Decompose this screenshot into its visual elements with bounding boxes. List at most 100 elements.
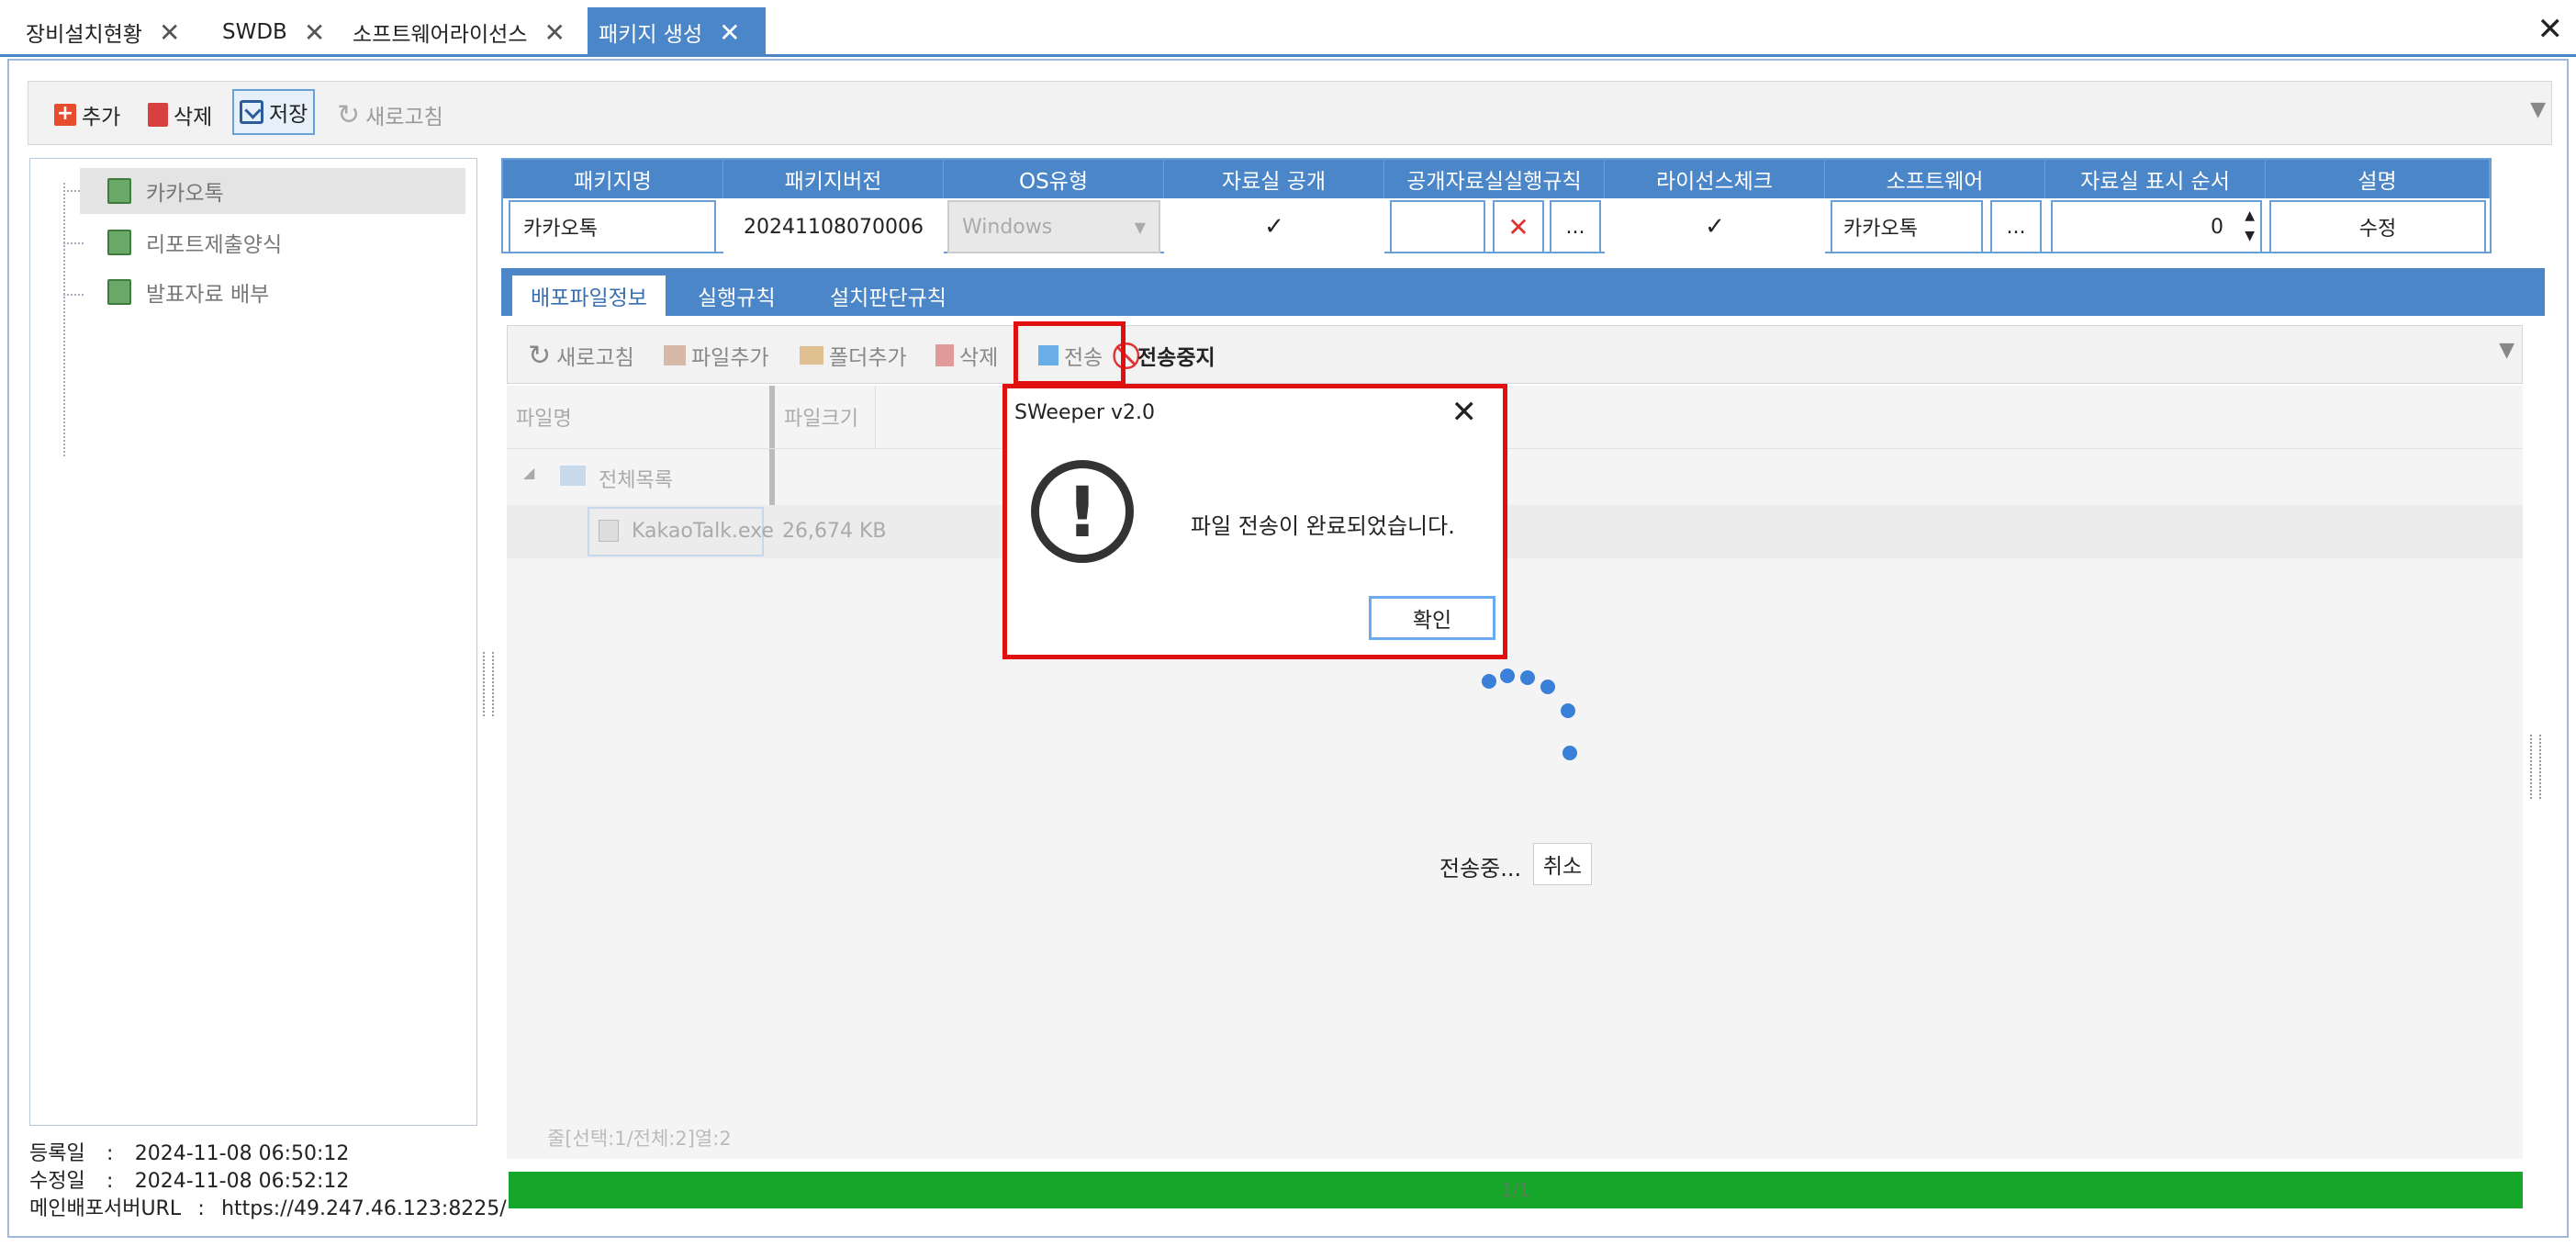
- clear-icon[interactable]: ✕: [1493, 200, 1544, 253]
- splitter-handle[interactable]: [483, 652, 494, 716]
- package-name-input[interactable]: 카카오톡: [509, 200, 716, 253]
- col-header: OS유형: [944, 160, 1164, 198]
- tab-install-rules[interactable]: 설치판단규칙: [812, 275, 965, 316]
- document-icon: [107, 230, 131, 255]
- stepper-arrows-icon[interactable]: ▲ ▼: [2245, 206, 2255, 246]
- tree-item[interactable]: 카카오톡: [80, 168, 465, 214]
- tab-package-create[interactable]: 패키지 생성 ✕: [588, 7, 766, 57]
- close-icon[interactable]: ✕: [543, 17, 565, 48]
- tab-label: 소프트웨어라이선스: [353, 23, 528, 47]
- col-header: 설명: [2266, 160, 2490, 198]
- run-rule-input[interactable]: [1390, 200, 1485, 253]
- file-add-icon: [664, 345, 686, 365]
- tree-item-label: 리포트제출양식: [146, 233, 283, 257]
- spinner-dot: [1561, 703, 1575, 718]
- close-icon[interactable]: ✕: [304, 17, 325, 48]
- chevron-down-icon: ▼: [1134, 218, 1146, 236]
- tab-deploy-files[interactable]: 배포파일정보: [512, 275, 666, 316]
- folder-add-icon: [800, 346, 823, 365]
- file-size: 26,674 KB: [782, 520, 887, 543]
- package-tree: 카카오톡 리포트제출양식 발표자료 배부: [29, 158, 477, 1126]
- col-header: 소프트웨어: [1825, 160, 2045, 198]
- tab-swdb[interactable]: SWDB ✕: [211, 7, 336, 57]
- refresh-button[interactable]: ↻ 새로고침: [331, 96, 449, 133]
- table-row[interactable]: KakaoTalk.exe 26,674 KB: [507, 505, 2523, 558]
- refresh-label: 새로고침: [365, 106, 443, 129]
- send-highlight: [1014, 321, 1126, 386]
- tree-item-label: 카카오톡: [146, 182, 224, 206]
- add-file-label: 파일추가: [691, 346, 769, 370]
- tree-item-label: 발표자료 배부: [146, 283, 270, 307]
- modified-label: 수정일: [29, 1170, 85, 1193]
- chevron-down-icon[interactable]: ▼: [2530, 98, 2546, 121]
- tree-item[interactable]: 리포트제출양식: [80, 219, 465, 265]
- status-line: 줄[선택:1/전체:2]열:2: [547, 1128, 732, 1150]
- add-file-button[interactable]: 파일추가: [664, 337, 769, 374]
- close-icon[interactable]: ✕: [159, 17, 180, 48]
- tab-run-rules[interactable]: 실행규칙: [679, 275, 794, 316]
- exclamation-icon: !: [1031, 460, 1134, 563]
- add-button[interactable]: + 추가: [49, 96, 126, 133]
- save-button[interactable]: 저장: [232, 89, 316, 135]
- package-grid: 패키지명 패키지버전 OS유형 자료실 공개 공개자료실실행규칙 라이선스체크 …: [501, 158, 2492, 253]
- cancel-button[interactable]: 취소: [1533, 843, 1592, 885]
- stop-label: 전송중지: [1137, 346, 1215, 370]
- main-toolbar: + 추가 삭제 저장 ↻ 새로고침 ▼: [28, 81, 2552, 145]
- public-checkbox-cell: ✓: [1164, 200, 1384, 253]
- tab-label: 장비설치현황: [26, 23, 142, 47]
- check-icon[interactable]: ✓: [1262, 213, 1286, 241]
- browse-button[interactable]: ...: [1550, 200, 1601, 253]
- save-label: 저장: [269, 103, 308, 127]
- check-icon[interactable]: ✓: [1703, 213, 1727, 241]
- chevron-down-icon[interactable]: ▼: [2499, 339, 2514, 362]
- server-info: 메인배포서버URL : https://49.247.46.123:8225/: [29, 1197, 507, 1220]
- tree-item[interactable]: 발표자료 배부: [80, 269, 465, 315]
- browse-button[interactable]: ...: [1990, 200, 2042, 253]
- package-version: 20241108070006: [723, 200, 944, 253]
- tab-software-license[interactable]: 소프트웨어라이선스 ✕: [342, 7, 577, 57]
- spinner-dot: [1500, 668, 1515, 683]
- delete-button[interactable]: 삭제: [935, 337, 998, 374]
- delete-label: 삭제: [174, 106, 213, 129]
- ok-button[interactable]: 확인: [1369, 596, 1495, 640]
- trash-icon: [935, 344, 954, 366]
- registered-value: 2024-11-08 06:50:12: [134, 1142, 350, 1165]
- os-value: Windows: [962, 215, 1053, 239]
- progress-bar: 1/1: [509, 1172, 2523, 1208]
- close-icon[interactable]: ✕: [1451, 394, 1478, 431]
- document-icon: [107, 279, 131, 305]
- registered-label: 등록일: [29, 1142, 85, 1165]
- delete-label: 삭제: [959, 346, 999, 370]
- sending-label: 전송중...: [1439, 856, 1522, 882]
- registered-info: 등록일 : 2024-11-08 06:50:12: [29, 1142, 350, 1165]
- refresh-button[interactable]: ↻ 새로고침: [528, 337, 634, 374]
- refresh-label: 새로고침: [556, 346, 634, 370]
- progress-label: 1/1: [1500, 1179, 1531, 1201]
- refresh-icon: ↻: [337, 98, 361, 131]
- dialog-title: SWeeper v2.0: [1014, 401, 1156, 424]
- tab-bar: 장비설치현황 ✕ SWDB ✕ 소프트웨어라이선스 ✕ 패키지 생성 ✕: [0, 0, 2576, 57]
- table-row[interactable]: ◢ 전체목록: [507, 448, 2523, 505]
- splitter-handle[interactable]: [2530, 735, 2541, 799]
- order-stepper[interactable]: 0 ▲ ▼: [2051, 200, 2262, 253]
- delete-button[interactable]: 삭제: [142, 96, 218, 133]
- root-label: 전체목록: [599, 469, 673, 492]
- edit-description-button[interactable]: 수정: [2269, 200, 2486, 253]
- col-header: 패키지버전: [723, 160, 944, 198]
- file-toolbar: ↻새로고침 파일추가 폴더추가 삭제 전송 ⃠전송중지 ▼: [507, 325, 2523, 384]
- tab-equipment-status[interactable]: 장비설치현황 ✕: [15, 7, 191, 57]
- modified-info: 수정일 : 2024-11-08 06:52:12: [29, 1170, 350, 1193]
- software-input[interactable]: 카카오톡: [1831, 200, 1983, 253]
- dialog-message: 파일 전송이 완료되었습니다.: [1191, 513, 1455, 539]
- stop-send-button[interactable]: ⃠전송중지: [1132, 337, 1215, 374]
- license-checkbox-cell: ✓: [1605, 200, 1825, 253]
- trash-icon: [148, 103, 168, 127]
- close-icon[interactable]: ✕: [719, 17, 740, 48]
- add-folder-button[interactable]: 폴더추가: [800, 337, 907, 374]
- os-select[interactable]: Windows ▼: [947, 200, 1160, 253]
- server-label: 메인배포서버URL: [29, 1197, 182, 1220]
- expand-icon[interactable]: ◢: [523, 464, 534, 481]
- server-value: https://49.247.46.123:8225/: [221, 1197, 507, 1220]
- close-icon[interactable]: ✕: [2537, 11, 2564, 48]
- plus-icon: +: [54, 104, 76, 126]
